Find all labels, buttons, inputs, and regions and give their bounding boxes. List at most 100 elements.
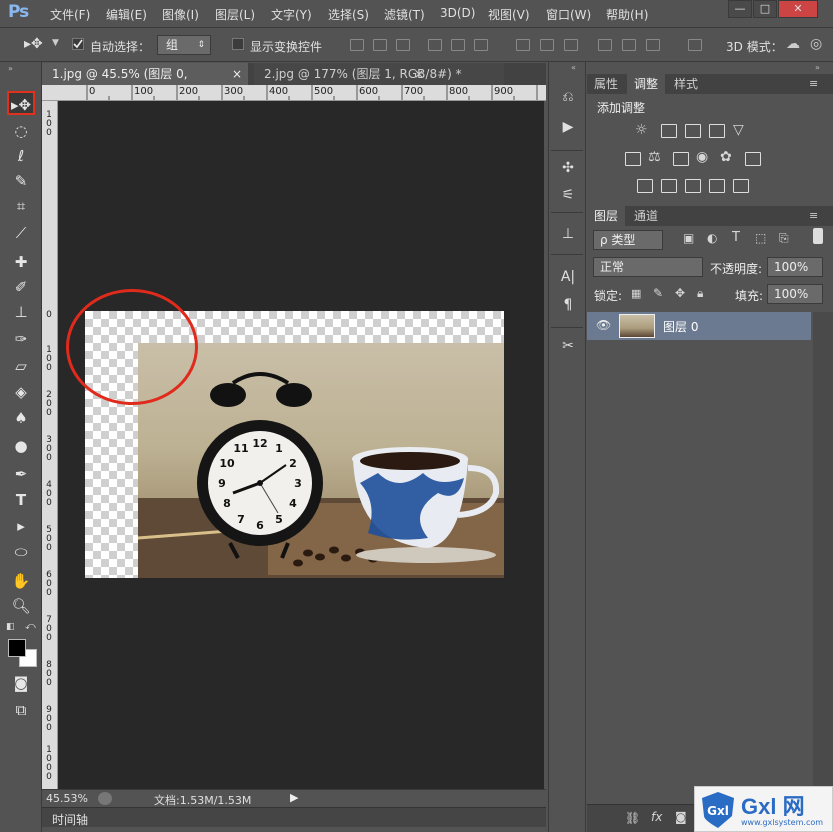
quick-select-tool[interactable]: ✎ bbox=[7, 169, 35, 193]
dodge-tool[interactable]: ● bbox=[7, 434, 35, 458]
brightness-icon[interactable]: ☼ bbox=[635, 122, 648, 138]
default-colors-icon[interactable]: ◧ bbox=[6, 622, 15, 632]
crop-tool[interactable]: ⌗ bbox=[7, 194, 35, 218]
paragraph-panel-button[interactable]: ¶ bbox=[556, 294, 580, 316]
actions-panel-button[interactable]: ▶ bbox=[556, 116, 580, 138]
add-mask-icon[interactable]: ◙ bbox=[675, 810, 687, 824]
menu-type[interactable]: 文字(Y) bbox=[271, 6, 312, 23]
filter-pixel-icon[interactable]: ▣ bbox=[683, 231, 694, 245]
hue-saturation-icon[interactable] bbox=[625, 152, 641, 166]
show-transform-checkbox[interactable] bbox=[232, 38, 244, 50]
close-tab-icon[interactable]: × bbox=[414, 63, 424, 85]
tab-adjustments[interactable]: 调整 bbox=[627, 74, 666, 94]
history-brush-tool[interactable]: ✑ bbox=[7, 327, 35, 351]
menu-help[interactable]: 帮助(H) bbox=[606, 6, 648, 23]
color-balance-icon[interactable]: ⚖ bbox=[648, 149, 661, 165]
brush-tool[interactable]: ✐ bbox=[7, 275, 35, 299]
auto-select-dropdown[interactable]: 组 ⇕ bbox=[157, 35, 211, 55]
move-tool-preset-icon[interactable]: ▸✥ bbox=[24, 36, 43, 52]
fill-input[interactable]: 100% bbox=[767, 284, 823, 304]
tool-presets-button[interactable]: ✂ bbox=[556, 335, 580, 357]
collapse-panels-icon[interactable]: » bbox=[815, 63, 820, 72]
status-menu-arrow-icon[interactable]: ▶ bbox=[290, 791, 298, 804]
panel-menu-icon[interactable]: ≡ bbox=[809, 209, 818, 222]
layers-scrollbar[interactable] bbox=[813, 312, 833, 802]
layer-name[interactable]: 图层 0 bbox=[663, 318, 698, 335]
close-button[interactable]: ✕ bbox=[778, 0, 818, 18]
distribute-vcenter-icon[interactable] bbox=[540, 39, 554, 51]
eraser-tool[interactable]: ▱ bbox=[7, 354, 35, 378]
menu-layer[interactable]: 图层(L) bbox=[215, 6, 255, 23]
align-hcenter-icon[interactable] bbox=[451, 39, 465, 51]
distribute-left-icon[interactable] bbox=[598, 39, 612, 51]
blur-tool[interactable]: ♠ bbox=[7, 406, 35, 430]
auto-select-checkbox[interactable] bbox=[72, 38, 84, 50]
zoom-level[interactable]: 45.53% bbox=[46, 792, 88, 805]
document-canvas[interactable]: 12 1 2 3 4 5 6 7 8 9 10 11 bbox=[58, 101, 544, 789]
lock-position-icon[interactable]: ✥ bbox=[675, 286, 685, 300]
history-panel-button[interactable]: ⎌ bbox=[556, 86, 580, 108]
align-vcenter-icon[interactable] bbox=[373, 39, 387, 51]
pen-tool[interactable]: ✒ bbox=[7, 462, 35, 486]
clone-source-button[interactable]: ⊥ bbox=[556, 223, 580, 245]
black-white-icon[interactable] bbox=[673, 152, 689, 166]
filter-smart-object-icon[interactable]: ⎘ bbox=[779, 231, 789, 246]
menu-view[interactable]: 视图(V) bbox=[488, 6, 530, 23]
tab-properties[interactable]: 属性 bbox=[587, 74, 625, 94]
swap-colors-icon[interactable]: ⤺ bbox=[25, 621, 36, 632]
align-top-icon[interactable] bbox=[350, 39, 364, 51]
tab-2jpg[interactable]: 2.jpg @ 177% (图层 1, RGB/8#) * × bbox=[254, 63, 504, 85]
timeline-label[interactable]: 时间轴 bbox=[52, 811, 88, 828]
panel-menu-icon[interactable]: ≡ bbox=[809, 77, 818, 90]
selective-color-icon[interactable] bbox=[709, 179, 725, 193]
filter-type-icon[interactable]: T bbox=[732, 230, 740, 245]
filter-adjustment-icon[interactable]: ◐ bbox=[707, 231, 717, 245]
eye-icon[interactable]: 👁︎ bbox=[596, 318, 611, 332]
vibrance-icon[interactable]: ▽ bbox=[733, 122, 744, 138]
minimize-button[interactable]: — bbox=[728, 0, 752, 18]
zoom-tool[interactable]: 🔍︎ bbox=[7, 594, 35, 618]
3d-roll-icon[interactable]: ◎ bbox=[810, 36, 822, 52]
layer-style-icon[interactable]: fx bbox=[651, 810, 662, 824]
stamp-tool[interactable]: ⊥ bbox=[7, 300, 35, 324]
distribute-right-icon[interactable] bbox=[646, 39, 660, 51]
close-tab-icon[interactable]: × bbox=[232, 63, 242, 85]
type-tool[interactable]: T bbox=[7, 488, 35, 512]
character-panel-button[interactable]: A| bbox=[556, 266, 580, 288]
lasso-tool[interactable]: ℓ bbox=[7, 144, 35, 168]
tab-channels[interactable]: 通道 bbox=[627, 206, 665, 226]
invert-icon[interactable] bbox=[637, 179, 653, 193]
3d-orbit-icon[interactable]: ☁ bbox=[786, 36, 800, 52]
menu-select[interactable]: 选择(S) bbox=[328, 6, 369, 23]
gradient-map-icon[interactable] bbox=[733, 179, 749, 193]
distribute-bottom-icon[interactable] bbox=[564, 39, 578, 51]
posterize-icon[interactable] bbox=[661, 179, 677, 193]
exposure-icon[interactable] bbox=[709, 124, 725, 138]
collapse-icon[interactable]: » bbox=[8, 64, 13, 73]
filter-shape-icon[interactable]: ⬚ bbox=[755, 231, 766, 245]
layer-row-layer-0[interactable]: 👁︎ 图层 0 bbox=[587, 312, 811, 340]
menu-3d[interactable]: 3D(D) bbox=[440, 6, 475, 20]
ellipse-tool[interactable]: ⬭ bbox=[7, 540, 35, 564]
foreground-color-swatch[interactable] bbox=[8, 639, 26, 657]
tab-1jpg[interactable]: 1.jpg @ 45.5% (图层 0, RGB/8#) * × bbox=[42, 63, 248, 103]
hand-tool[interactable]: ✋ bbox=[7, 569, 35, 593]
color-lookup-icon[interactable] bbox=[745, 152, 761, 166]
distribute-top-icon[interactable] bbox=[516, 39, 530, 51]
chevron-down-icon[interactable]: ▼ bbox=[52, 38, 59, 48]
screen-mode-button[interactable]: ⧉ bbox=[7, 698, 35, 722]
menu-window[interactable]: 窗口(W) bbox=[546, 6, 591, 23]
tab-layers[interactable]: 图层 bbox=[587, 206, 626, 226]
layer-0-photo[interactable]: 12 1 2 3 4 5 6 7 8 9 10 11 bbox=[138, 343, 504, 578]
paint-bucket-tool[interactable]: ◈ bbox=[7, 380, 35, 404]
lock-image-icon[interactable]: ✎ bbox=[653, 286, 663, 300]
distribute-hcenter-icon[interactable] bbox=[622, 39, 636, 51]
threshold-icon[interactable] bbox=[685, 179, 701, 193]
brush-panel-button[interactable]: ⚟ bbox=[556, 184, 580, 206]
channel-mixer-icon[interactable]: ✿ bbox=[720, 149, 732, 165]
brush-presets-button[interactable]: ✣ bbox=[556, 157, 580, 179]
align-bottom-icon[interactable] bbox=[396, 39, 410, 51]
path-select-tool[interactable]: ▸ bbox=[7, 514, 35, 538]
move-tool[interactable]: ▸✥ bbox=[7, 91, 35, 115]
quick-mask-button[interactable]: ◙ bbox=[7, 671, 35, 695]
